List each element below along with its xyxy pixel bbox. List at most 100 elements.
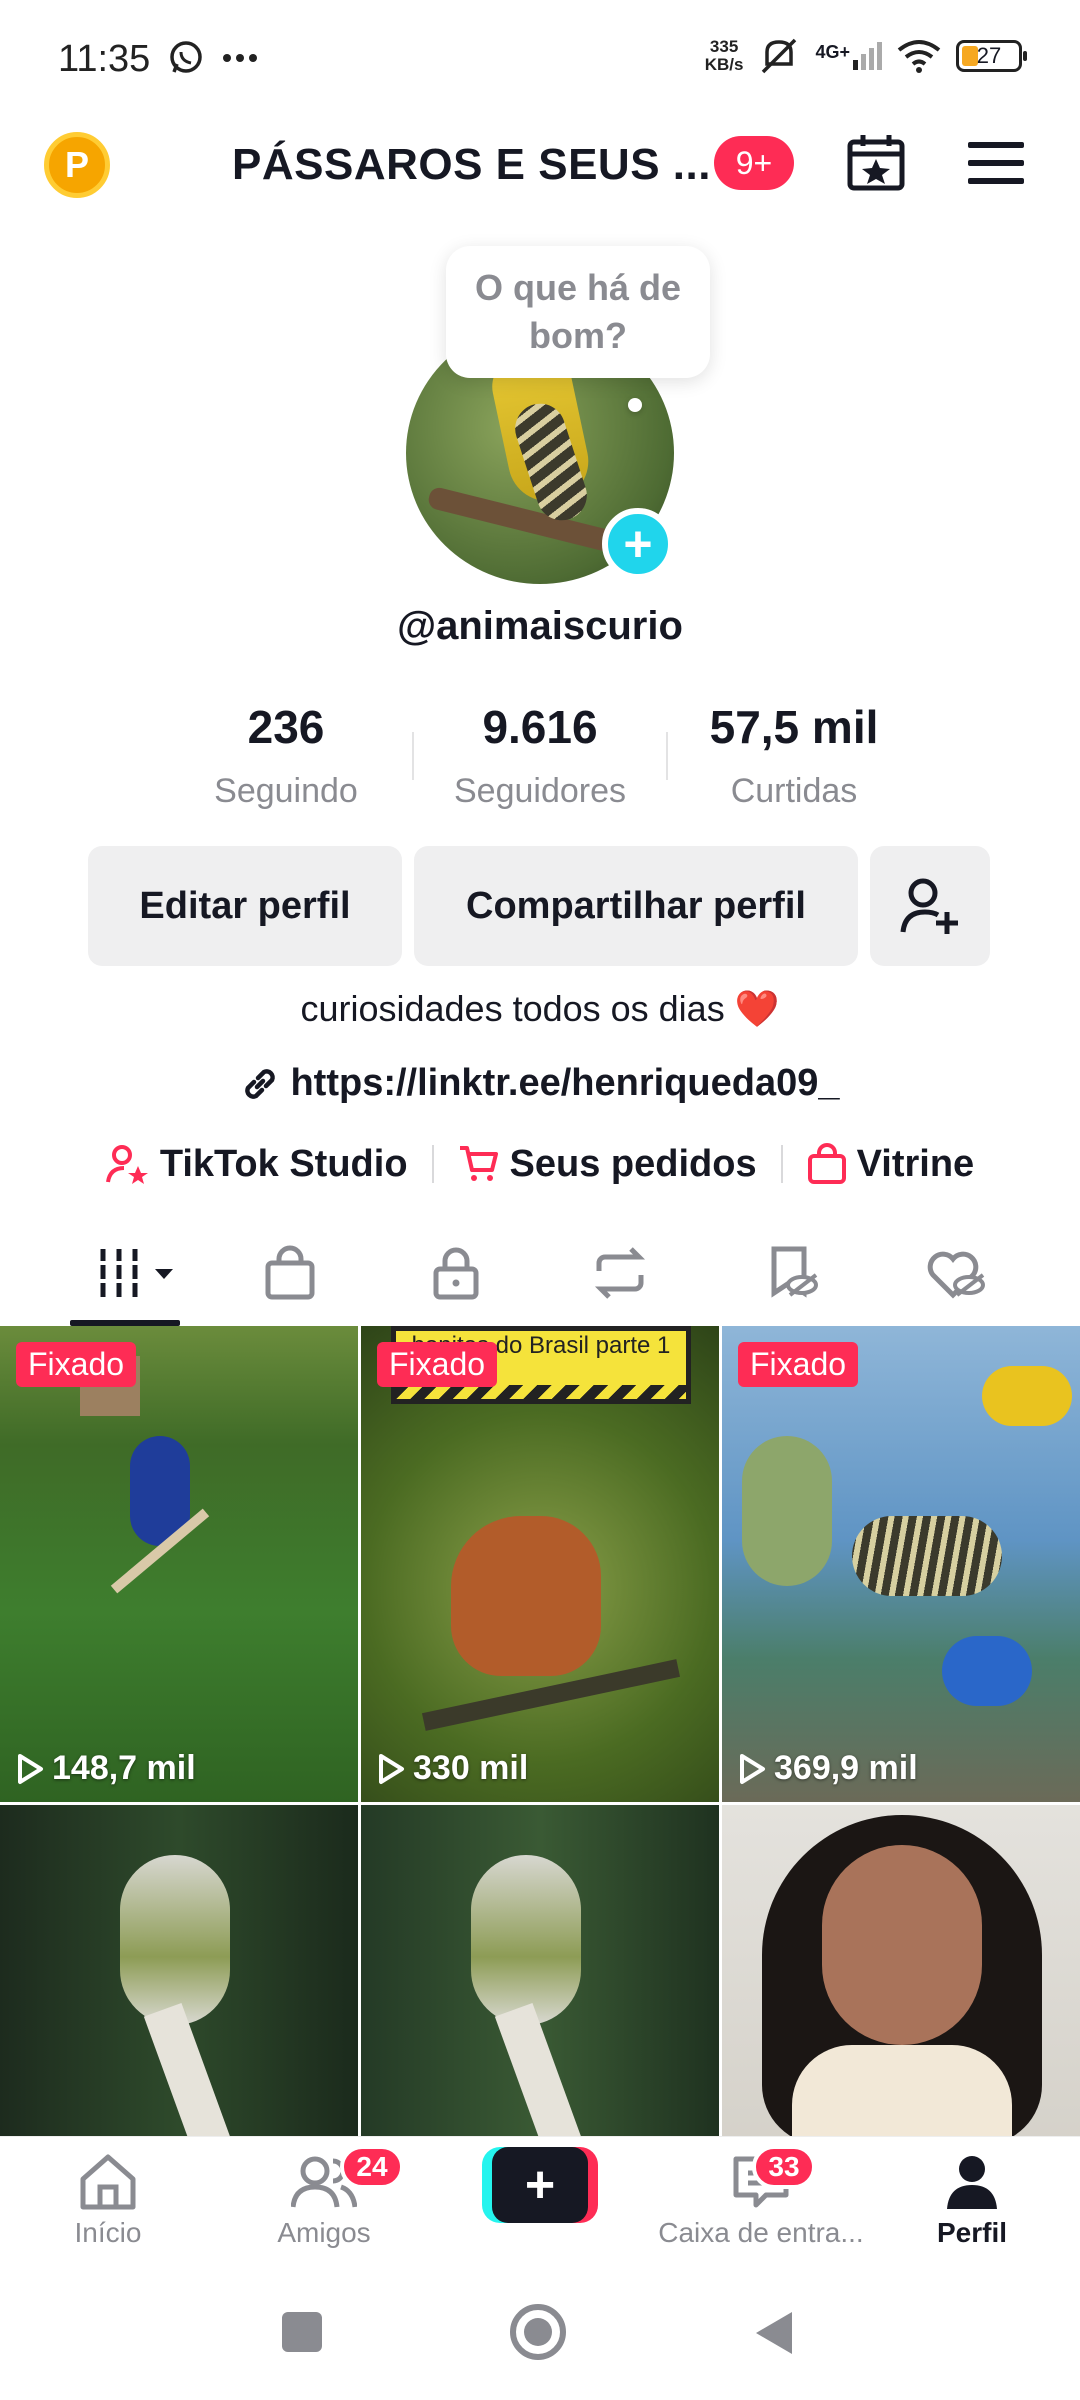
repost-icon [594, 1247, 646, 1299]
system-navigation [0, 2260, 1080, 2400]
user-star-icon [105, 1145, 148, 1184]
profile-actions: Editar perfil Compartilhar perfil [0, 846, 1080, 966]
video-thumbnail[interactable]: bonitos do Brasil parte 1 Fixado 330 mil [361, 1326, 719, 1802]
likes-label: Curtidas [730, 772, 858, 810]
bottom-navigation: Início Amigos 24 + Caixa de entra... 33 … [0, 2136, 1080, 2260]
nav-profile[interactable]: Perfil [872, 2147, 1072, 2249]
tab-favorites-hidden[interactable] [752, 1240, 832, 1306]
coins-icon[interactable]: P [44, 132, 110, 198]
share-profile-button[interactable]: Compartilhar perfil [414, 846, 858, 966]
bio-link-text: https://linktr.ee/henriqueda09_ [290, 1062, 840, 1104]
nav-friends[interactable]: Amigos 24 [224, 2145, 424, 2249]
stat-followers[interactable]: 9.616 Seguidores [412, 700, 668, 811]
bio-link[interactable]: https://linktr.ee/henriqueda09_ [0, 1062, 1080, 1105]
tiktok-studio-link[interactable]: TikTok Studio [82, 1143, 432, 1186]
status-right: 335 KB/s 4G+ 27 [705, 36, 1027, 76]
wifi-icon [897, 40, 941, 73]
status-bubble[interactable]: O que há de bom? [446, 246, 710, 378]
orders-label: Seus pedidos [509, 1142, 757, 1185]
add-story-button[interactable]: + [602, 508, 674, 580]
cart-icon [459, 1146, 498, 1181]
video-thumbnail[interactable]: Fixado 369,9 mil [722, 1326, 1080, 1802]
following-label: Seguindo [214, 772, 358, 810]
lock-icon [433, 1247, 479, 1300]
friends-badge: 24 [340, 2145, 404, 2189]
tab-videos[interactable] [88, 1240, 184, 1306]
pinned-badge: Fixado [738, 1342, 859, 1387]
nav-home-label: Início [74, 2217, 142, 2248]
tab-private[interactable] [416, 1240, 496, 1306]
edit-profile-button[interactable]: Editar perfil [88, 846, 402, 966]
view-count-value: 369,9 mil [774, 1749, 918, 1787]
followers-count: 9.616 [482, 701, 598, 753]
account-title[interactable]: PÁSSAROS E SEUS ... [232, 140, 711, 190]
nav-home[interactable]: Início [8, 2147, 208, 2249]
video-thumbnail[interactable] [0, 1805, 358, 2136]
stat-following[interactable]: 236 Seguindo [158, 700, 414, 811]
add-friend-button[interactable] [870, 846, 990, 966]
view-count-value: 148,7 mil [52, 1749, 196, 1787]
quick-links: TikTok Studio Seus pedidos Vitrine [0, 1134, 1080, 1194]
view-count: 369,9 mil [738, 1749, 918, 1788]
network-speed-unit: KB/s [704, 55, 744, 74]
plus-icon: + [492, 2147, 588, 2223]
tiktok-studio-label: TikTok Studio [159, 1142, 408, 1185]
pinned-badge: Fixado [377, 1342, 498, 1387]
signal-icon: 4G+ [815, 42, 882, 70]
nav-profile-label: Perfil [936, 2217, 1008, 2248]
inbox-badge: 33 [752, 2145, 816, 2189]
shopping-bag-icon [807, 1143, 846, 1184]
tab-liked-hidden[interactable] [916, 1240, 996, 1306]
view-count: 148,7 mil [16, 1749, 196, 1788]
play-icon [379, 1753, 404, 1784]
orders-link[interactable]: Seus pedidos [434, 1143, 781, 1186]
bag-icon [265, 1245, 315, 1300]
create-button[interactable]: + [482, 2147, 598, 2223]
video-thumbnail[interactable] [722, 1805, 1080, 2136]
link-icon [245, 1068, 276, 1099]
pinned-badge: Fixado [16, 1342, 137, 1387]
profile-icon [947, 2156, 997, 2209]
network-type: 4G+ [815, 42, 850, 62]
menu-icon[interactable] [968, 142, 1024, 184]
profile-header: P PÁSSAROS E SEUS ... 9+ [0, 120, 1080, 220]
username: @animaiscurio [397, 604, 683, 648]
bubble-tail [628, 398, 642, 412]
profile-stats: 236 Seguindo 9.616 Seguidores 57,5 mil C… [0, 700, 1080, 820]
play-icon [740, 1753, 765, 1784]
heart-hidden-icon [927, 1251, 985, 1299]
likes-count: 57,5 mil [709, 701, 879, 753]
network-speed-value: 335 [709, 37, 739, 56]
video-thumbnail[interactable]: Fixado 148,7 mil [0, 1326, 358, 1802]
nav-inbox-label: Caixa de entra... [658, 2217, 864, 2248]
followers-label: Seguidores [453, 772, 626, 810]
nav-friends-label: Amigos [277, 2217, 371, 2248]
view-count-value: 330 mil [413, 1749, 529, 1787]
showcase-link[interactable]: Vitrine [783, 1143, 999, 1186]
play-icon [18, 1753, 43, 1784]
profile-tabs [0, 1220, 1080, 1326]
calendar-star-icon[interactable] [846, 132, 906, 192]
video-grid: Fixado 148,7 mil bonitos do Brasil parte… [0, 1326, 1080, 2136]
add-user-icon [900, 878, 958, 934]
view-count: 330 mil [377, 1749, 528, 1788]
back-icon[interactable] [752, 2308, 796, 2358]
home-icon [80, 2154, 136, 2210]
recents-button[interactable] [282, 2312, 322, 2352]
showcase-label: Vitrine [856, 1142, 975, 1185]
home-system-button[interactable] [510, 2304, 566, 2360]
video-thumbnail[interactable] [361, 1805, 719, 2136]
account-badge[interactable]: 9+ [714, 136, 794, 190]
battery-icon: 27 [956, 40, 1027, 72]
mute-icon [762, 38, 797, 74]
more-dots-icon [223, 54, 257, 62]
tab-shop[interactable] [250, 1240, 330, 1306]
bookmark-hidden-icon [771, 1246, 818, 1298]
network-speed: 335 KB/s [705, 38, 744, 74]
bio: curiosidades todos os dias ❤️ [300, 988, 780, 1029]
stat-likes[interactable]: 57,5 mil Curtidas [666, 700, 922, 811]
notification-icons [168, 40, 258, 76]
following-count: 236 [247, 701, 325, 753]
nav-inbox[interactable]: Caixa de entra... 33 [656, 2145, 866, 2249]
tab-reposts[interactable] [580, 1240, 660, 1306]
